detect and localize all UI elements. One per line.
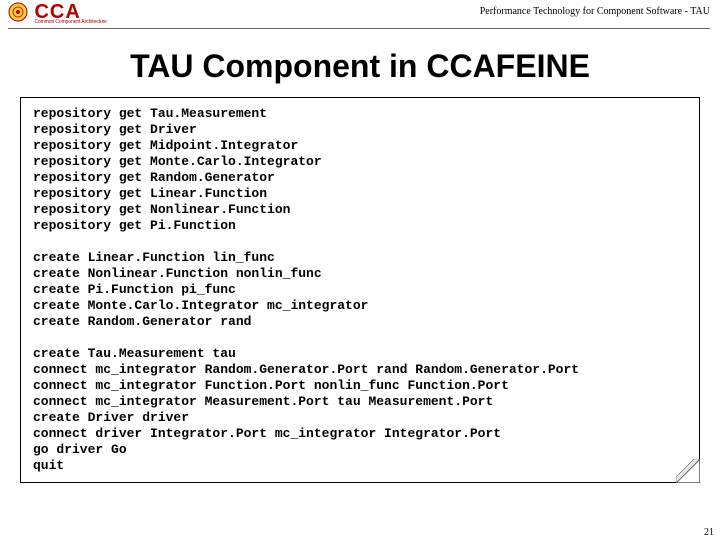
header: CCA Common Component Architecture Perfor… <box>0 0 720 32</box>
logo-main: CCA <box>34 5 106 19</box>
logo-subtitle: Common Component Architecture <box>34 19 106 25</box>
header-rule <box>8 28 710 29</box>
code-gap <box>33 234 687 250</box>
slide-title: TAU Component in CCAFEINE <box>0 48 720 85</box>
logo: CCA Common Component Architecture <box>8 2 107 27</box>
code-block-2: create Linear.Function lin_func create N… <box>33 250 687 330</box>
dogear-icon <box>676 459 700 483</box>
logo-text: CCA Common Component Architecture <box>34 5 106 25</box>
code-box: repository get Tau.Measurement repositor… <box>20 97 700 483</box>
page-number: 21 <box>704 527 714 538</box>
header-right-text: Performance Technology for Component Sof… <box>480 6 710 17</box>
code-block-1: repository get Tau.Measurement repositor… <box>33 106 687 234</box>
code-gap <box>33 330 687 346</box>
slide: CCA Common Component Architecture Perfor… <box>0 0 720 540</box>
code-block-3: create Tau.Measurement tau connect mc_in… <box>33 346 687 474</box>
logo-icon <box>8 2 28 27</box>
